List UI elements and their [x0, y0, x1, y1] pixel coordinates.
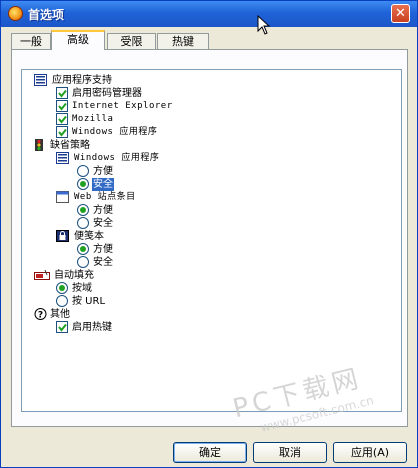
checkbox[interactable] [56, 113, 68, 125]
radio-button[interactable] [56, 295, 68, 307]
window-title: 首选项 [28, 8, 65, 22]
checkmark-icon [58, 102, 67, 111]
question-icon: ? [34, 308, 47, 320]
checkmark-icon [58, 128, 67, 137]
radio-label-selected: 安全 [92, 178, 114, 191]
radio-label: 按域 [72, 283, 92, 294]
radio-button[interactable] [77, 178, 89, 190]
checkbox[interactable] [56, 321, 68, 333]
checkbox[interactable] [56, 100, 68, 112]
tab-restricted[interactable]: 受限 [107, 33, 156, 49]
radio-label: 安全 [93, 257, 113, 268]
tab-hotkeys[interactable]: 热键 [157, 33, 209, 49]
tree-subgroup-label: Web 站点条目 [74, 192, 136, 202]
checkmark-icon [58, 89, 67, 98]
title-bar[interactable]: 首选项 ✕ [1, 1, 417, 27]
checkbox-label: 启用密码管理器 [72, 88, 142, 99]
radio-button[interactable] [77, 165, 89, 177]
radio-button[interactable] [77, 256, 89, 268]
autofill-form-icon [34, 269, 50, 280]
list-icon [56, 152, 69, 164]
checkbox-label: Mozilla [72, 114, 114, 124]
radio-label: 方便 [93, 205, 113, 216]
tree-group-label: 缺省策略 [50, 140, 90, 151]
svg-text:?: ? [38, 311, 43, 321]
radio-label: 按 URL [72, 296, 106, 307]
apply-button[interactable]: 应用(A) [333, 442, 407, 463]
ok-button[interactable]: 确定 [173, 442, 247, 463]
radio-button[interactable] [77, 243, 89, 255]
close-button[interactable]: ✕ [391, 4, 410, 23]
checkbox-label: Windows 应用程序 [72, 127, 158, 137]
tree-group-label: 自动填充 [54, 270, 94, 281]
tree-subgroup-label: 便笺本 [74, 231, 104, 242]
cancel-button[interactable]: 取消 [253, 442, 327, 463]
radio-button[interactable] [77, 217, 89, 229]
list-icon [34, 74, 47, 86]
tab-general[interactable]: 一般 [11, 33, 51, 49]
checkmark-icon [58, 115, 67, 124]
app-icon [8, 6, 23, 21]
traffic-light-icon [35, 139, 43, 151]
checkbox-label: Internet Explorer [72, 101, 173, 111]
preferences-window: 首选项 ✕ 一般 高级 受限 热键 应用程序支持 启用密码管理器 Interne… [0, 0, 418, 468]
tree-group-label: 其他 [50, 309, 70, 320]
tab-advanced[interactable]: 高级 [51, 30, 105, 50]
checkbox[interactable] [56, 126, 68, 138]
browser-window-icon [56, 191, 69, 203]
radio-button[interactable] [56, 282, 68, 294]
checkbox[interactable] [56, 87, 68, 99]
checkmark-icon [58, 323, 67, 332]
tree-subgroup-label: Windows 应用程序 [74, 153, 160, 163]
radio-label: 方便 [93, 244, 113, 255]
checkbox-label: 启用热键 [72, 322, 112, 333]
radio-button[interactable] [77, 204, 89, 216]
radio-label: 安全 [93, 218, 113, 229]
lock-icon [56, 230, 69, 242]
mouse-cursor-icon [257, 15, 271, 35]
radio-label: 方便 [93, 166, 113, 177]
tree-group-label: 应用程序支持 [52, 75, 112, 86]
